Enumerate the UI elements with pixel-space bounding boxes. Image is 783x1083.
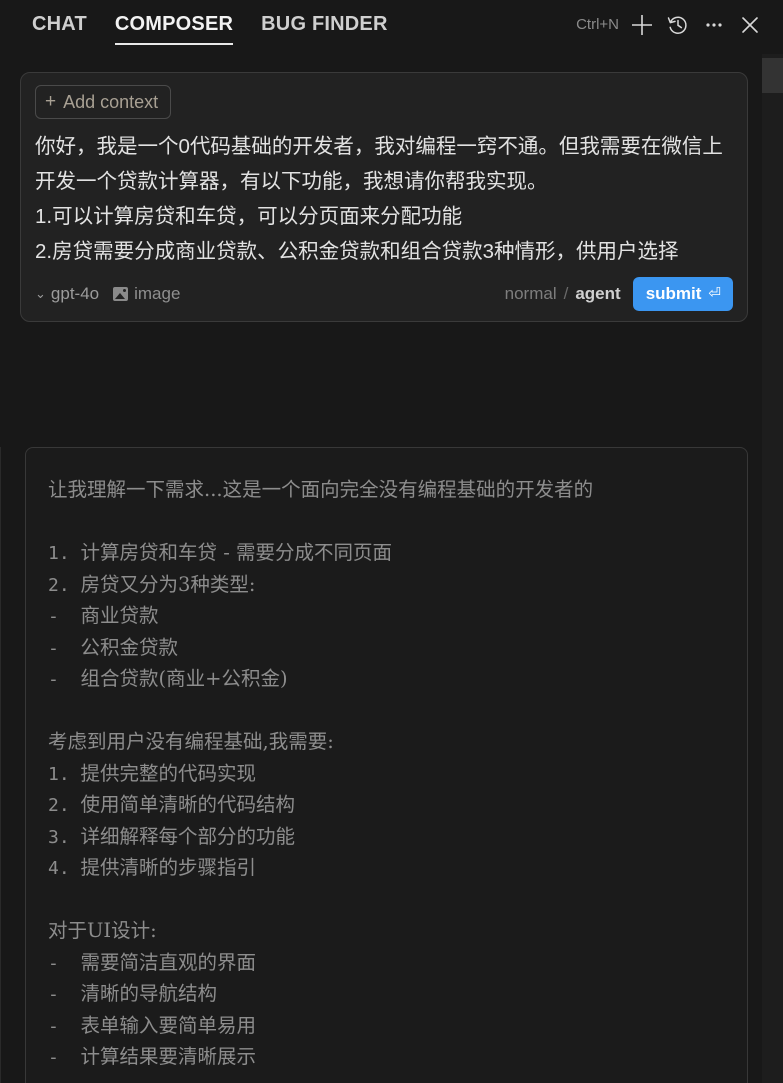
submit-button[interactable]: submit ⏎	[632, 277, 733, 311]
response-line	[48, 884, 747, 916]
response-line: 4. 提供清晰的步骤指引	[48, 852, 747, 884]
list-marker: 1.	[48, 543, 81, 564]
prompt-input[interactable]: 你好，我是一个0代码基础的开发者，我对编程一窍不通。但我需要在微信上开发一个贷款…	[35, 129, 733, 269]
list-marker: -	[48, 984, 81, 1005]
top-tab-bar: CHAT COMPOSER BUG FINDER Ctrl+N	[0, 0, 783, 54]
composer-actions: normal / agent submit ⏎	[505, 277, 733, 311]
add-context-label: Add context	[63, 92, 159, 112]
list-marker: 2.	[48, 795, 81, 816]
response-line: 让我理解一下需求...这是一个面向完全没有编程基础的开发者的	[48, 478, 594, 501]
attachment-label: image	[134, 284, 181, 303]
plus-icon	[629, 12, 655, 38]
assistant-response-panel: 让我理解一下需求...这是一个面向完全没有编程基础的开发者的 1. 计算房贷和车贷…	[25, 447, 748, 1083]
close-icon	[738, 13, 762, 37]
scrollbar-track[interactable]	[762, 54, 783, 1083]
response-line: - 表单输入要简单易用	[48, 1010, 747, 1042]
list-marker: 2.	[48, 574, 81, 596]
list-item-text: 详细解释每个部分的功能	[80, 824, 296, 848]
response-line: 1. 计算房贷和车贷 - 需要分成不同页面	[48, 537, 747, 569]
list-item-text: 使用简单清晰的代码结构	[80, 793, 296, 816]
list-item-text: 提供完整的代码实现	[80, 761, 257, 785]
response-line: 3. 详细解释每个部分的功能	[48, 821, 747, 853]
list-marker: 4.	[48, 858, 81, 879]
ellipsis-icon	[702, 13, 726, 37]
image-icon	[113, 287, 129, 301]
model-selector[interactable]: ⌄ gpt-4o	[35, 283, 99, 305]
list-item-text: 组合贷款(商业+公积金)	[80, 667, 288, 690]
active-tab-underline	[114, 43, 234, 45]
composer-footer: ⌄ gpt-4o image normal / agent submit ⏎	[35, 275, 733, 313]
response-line: - 清晰的导航结构	[48, 978, 747, 1010]
model-name-label: gpt-4o	[50, 284, 100, 303]
list-marker: -	[48, 952, 81, 974]
tab-chat-label: CHAT	[32, 13, 87, 35]
list-item-text: 表单输入要简单易用	[80, 1013, 257, 1037]
mode-agent-option[interactable]: agent	[575, 284, 620, 304]
list-item-text: 公积金贷款	[80, 635, 179, 659]
response-line: - 计算结果要清晰展示	[48, 1041, 747, 1073]
list-marker: 3.	[48, 826, 81, 848]
tab-bug-finder[interactable]: BUG FINDER	[247, 0, 401, 37]
history-icon	[666, 13, 690, 37]
mode-normal-option[interactable]: normal	[505, 284, 557, 304]
tab-composer-label: COMPOSER	[114, 13, 234, 35]
response-line: - 商业贷款	[48, 600, 747, 632]
response-line: 2. 房贷又分为3种类型:	[48, 569, 747, 601]
list-marker: -	[48, 606, 81, 627]
assistant-response-text: 让我理解一下需求...这是一个面向完全没有编程基础的开发者的 1. 计算房贷和车贷…	[48, 474, 747, 1073]
response-line: - 公积金贷款	[48, 632, 747, 664]
tab-bar-actions: Ctrl+N	[576, 0, 767, 42]
mode-separator: /	[563, 284, 569, 303]
list-item-text: 清晰的导航结构	[80, 982, 218, 1005]
response-line	[48, 695, 747, 727]
list-item-text: 需要简洁直观的界面	[80, 950, 257, 974]
list-marker: -	[48, 1047, 81, 1068]
submit-label: submit	[645, 284, 702, 303]
list-item-text: 商业贷款	[80, 604, 159, 627]
return-key-icon: ⏎	[708, 285, 721, 302]
add-context-button[interactable]: + Add context	[35, 85, 172, 119]
plus-icon: +	[45, 91, 57, 112]
chevron-down-icon: ⌄	[35, 286, 46, 301]
list-marker: -	[48, 1015, 81, 1037]
scrollbar-thumb[interactable]	[762, 58, 783, 93]
response-line: 对于UI设计:	[48, 919, 157, 942]
response-line: 1. 提供完整的代码实现	[48, 758, 747, 790]
response-line: 2. 使用简单清晰的代码结构	[48, 789, 747, 821]
list-item-text: 计算房贷和车贷 - 需要分成不同页面	[80, 541, 393, 564]
new-chat-shortcut-label: Ctrl+N	[576, 16, 619, 33]
tab-bug-finder-label: BUG FINDER	[261, 13, 388, 35]
close-button[interactable]	[733, 8, 767, 42]
list-marker: -	[48, 637, 81, 659]
response-line: - 需要简洁直观的界面	[48, 947, 747, 979]
composer-input-card: + Add context 你好，我是一个0代码基础的开发者，我对编程一窍不通。…	[20, 72, 748, 322]
list-item-text: 提供清晰的步骤指引	[80, 856, 257, 879]
tab-list: CHAT COMPOSER BUG FINDER	[18, 0, 402, 45]
list-item-text: 计算结果要清晰展示	[80, 1045, 257, 1068]
panel-gutter-divider	[0, 447, 1, 1083]
tab-composer[interactable]: COMPOSER	[101, 0, 247, 45]
new-chat-button[interactable]	[625, 8, 659, 42]
more-options-button[interactable]	[697, 8, 731, 42]
response-line: 考虑到用户没有编程基础,我需要:	[48, 730, 334, 753]
list-marker: -	[48, 669, 81, 690]
response-line: - 组合贷款(商业+公积金)	[48, 663, 747, 695]
response-line	[48, 506, 747, 538]
tab-chat[interactable]: CHAT	[18, 0, 101, 37]
attachment-image[interactable]: image	[113, 283, 180, 305]
history-button[interactable]	[661, 8, 695, 42]
list-item-text: 房贷又分为3种类型:	[80, 572, 256, 596]
list-marker: 1.	[48, 763, 81, 785]
